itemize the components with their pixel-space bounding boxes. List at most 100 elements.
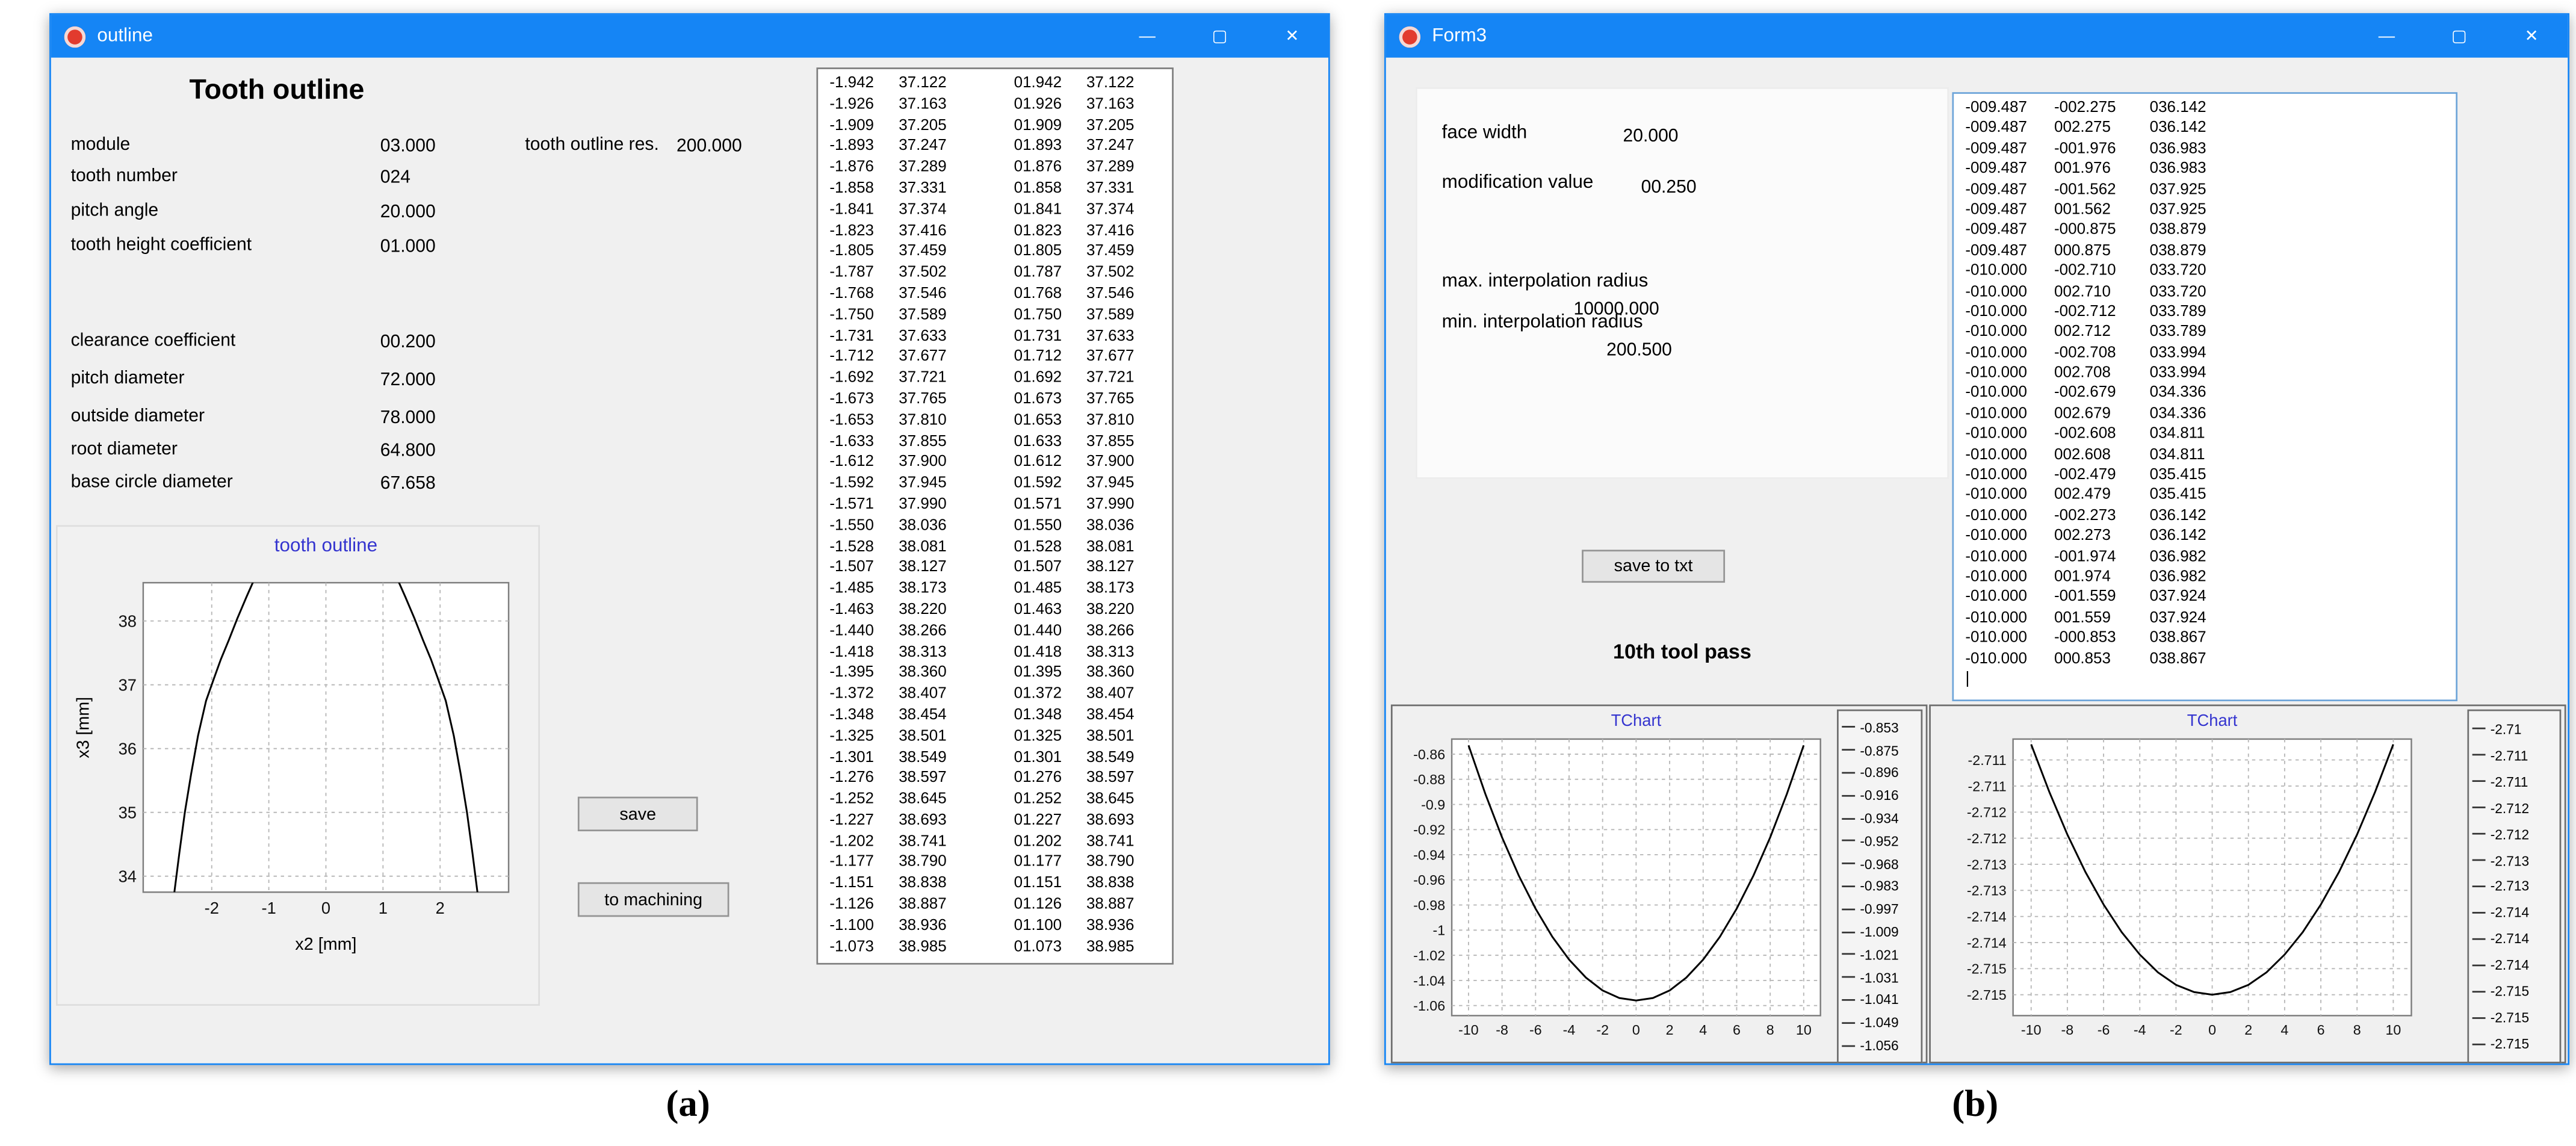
listbox-row[interactable]: -010.000-002.708033.994 — [1954, 344, 2456, 364]
listbox-row[interactable]: -010.000-002.273036.142 — [1954, 507, 2456, 527]
cell: 01.177 — [1014, 853, 1086, 875]
listbox-row[interactable]: -1.37238.40701.37238.407 — [818, 685, 1172, 706]
listbox-row[interactable]: -1.50738.12701.50738.127 — [818, 559, 1172, 580]
listbox-row[interactable]: -010.000-001.974036.982 — [1954, 548, 2456, 568]
listbox-row[interactable]: -1.07338.98501.07338.985 — [818, 938, 1172, 959]
cell: 37.502 — [899, 264, 1014, 285]
listbox-row[interactable]: -1.22738.69301.22738.693 — [818, 811, 1172, 832]
listbox-row[interactable]: -009.487-000.875038.879 — [1954, 221, 2456, 241]
listbox-row[interactable]: -1.48538.17301.48538.173 — [818, 580, 1172, 601]
listbox-row[interactable]: -1.52838.08101.52838.081 — [818, 537, 1172, 559]
listbox-row[interactable]: -009.487000.875038.879 — [1954, 241, 2456, 262]
listbox-row[interactable]: -1.89337.24701.89337.247 — [818, 137, 1172, 158]
listbox-row[interactable]: -1.82337.41601.82337.416 — [818, 221, 1172, 243]
close-button[interactable]: ✕ — [2495, 15, 2568, 58]
listbox-row[interactable]: -1.84137.37401.84137.374 — [818, 200, 1172, 221]
listbox-row[interactable]: -1.76837.54601.76837.546 — [818, 285, 1172, 306]
titlebar-b[interactable]: Form3 — ▢ ✕ — [1386, 15, 2568, 58]
listbox-row[interactable]: -010.000-002.712033.789 — [1954, 303, 2456, 323]
listbox-row[interactable]: -1.41838.31301.41838.313 — [818, 643, 1172, 664]
to-machining-button[interactable]: to machining — [578, 882, 729, 917]
listbox-row[interactable]: -010.000002.708033.994 — [1954, 364, 2456, 385]
listbox-row[interactable]: -009.487001.562037.925 — [1954, 201, 2456, 221]
svg-text:38: 38 — [119, 612, 137, 631]
legend-entry: -2.714 — [2469, 899, 2559, 926]
listbox-row[interactable]: -1.55038.03601.55038.036 — [818, 516, 1172, 537]
maximize-button[interactable]: ▢ — [1183, 15, 1255, 58]
listbox-row[interactable]: -1.34838.45401.34838.454 — [818, 706, 1172, 727]
minimize-button[interactable]: — — [2350, 15, 2423, 58]
listbox-row[interactable]: -1.94237.12201.94237.122 — [818, 74, 1172, 95]
listbox-row[interactable]: -1.65337.81001.65337.810 — [818, 411, 1172, 432]
listbox-row[interactable]: -1.12638.88701.12638.887 — [818, 896, 1172, 917]
listbox-row[interactable]: -1.17738.79001.17738.790 — [818, 853, 1172, 875]
listbox-row[interactable]: -1.63337.85501.63337.855 — [818, 432, 1172, 453]
close-button[interactable]: ✕ — [1256, 15, 1328, 58]
listbox-row[interactable]: -009.487-001.976036.983 — [1954, 140, 2456, 160]
legend-value: -0.983 — [1860, 878, 1898, 894]
listbox-row[interactable]: -1.85837.33101.85837.331 — [818, 179, 1172, 200]
cell: 01.876 — [1014, 158, 1086, 179]
cell: 37.855 — [1086, 432, 1156, 453]
listbox-row[interactable]: -1.80537.45901.80537.459 — [818, 243, 1172, 264]
listbox-row[interactable]: -1.78737.50201.78737.502 — [818, 264, 1172, 285]
window-outline: outline — ▢ ✕ Tooth outline module03.000… — [49, 13, 1330, 1065]
cell: 37.990 — [899, 495, 1014, 516]
listbox-row[interactable]: -1.30138.54901.30138.549 — [818, 748, 1172, 769]
save-button[interactable]: save — [578, 797, 698, 831]
listbox-row[interactable]: -010.000-002.479035.415 — [1954, 466, 2456, 486]
save-to-txt-button[interactable]: save to txt — [1582, 550, 1725, 583]
listbox-row[interactable]: -1.10038.93601.10038.936 — [818, 917, 1172, 938]
svg-text:-1.06: -1.06 — [1413, 998, 1445, 1014]
listbox-row[interactable]: -1.39538.36001.39538.360 — [818, 664, 1172, 685]
listbox-row[interactable]: -010.000002.679034.336 — [1954, 404, 2456, 425]
listbox-row[interactable]: -010.000002.710033.720 — [1954, 282, 2456, 303]
listbox-row[interactable]: -1.32538.50101.32538.501 — [818, 727, 1172, 748]
listbox-row[interactable]: -010.000-001.559037.924 — [1954, 588, 2456, 609]
maximize-button[interactable]: ▢ — [2423, 15, 2495, 58]
listbox-row[interactable]: -010.000002.608034.811 — [1954, 445, 2456, 466]
titlebar-a[interactable]: outline — ▢ ✕ — [51, 15, 1328, 58]
listbox-row[interactable]: -1.73137.63301.73137.633 — [818, 327, 1172, 348]
listbox-row[interactable]: -1.90937.20501.90937.205 — [818, 116, 1172, 137]
listbox-row[interactable]: -010.000002.273036.142 — [1954, 527, 2456, 548]
listbox-row[interactable]: -1.15138.83801.15138.838 — [818, 875, 1172, 896]
listbox-row[interactable]: -010.000001.974036.982 — [1954, 568, 2456, 588]
listbox-row[interactable]: -010.000002.712033.789 — [1954, 323, 2456, 344]
listbox-row[interactable]: -1.92637.16301.92637.163 — [818, 95, 1172, 116]
legend-value: -1.056 — [1860, 1037, 1898, 1053]
listbox-row[interactable]: -1.44038.26601.44038.266 — [818, 622, 1172, 643]
listbox-row[interactable]: -009.487-001.562037.925 — [1954, 181, 2456, 201]
param-label: clearance coefficient — [71, 331, 236, 351]
listbox-row[interactable]: -1.25238.64501.25238.645 — [818, 790, 1172, 811]
listbox-row[interactable]: -1.75037.58901.75037.589 — [818, 306, 1172, 327]
minimize-button[interactable]: — — [1111, 15, 1183, 58]
cell: -009.487 — [1965, 119, 2054, 140]
listbox-row[interactable]: -010.000-002.679034.336 — [1954, 384, 2456, 404]
listbox-row[interactable]: -009.487001.976036.983 — [1954, 160, 2456, 181]
listbox-row[interactable]: -1.87637.28901.87637.289 — [818, 158, 1172, 179]
listbox-row[interactable]: -010.000000.853038.867 — [1954, 649, 2456, 670]
cell: -002.479 — [2054, 466, 2150, 486]
coordinate-listbox-b[interactable]: -009.487-002.275036.142-009.487002.27503… — [1952, 92, 2457, 701]
listbox-row[interactable]: -1.46338.22001.46338.220 — [818, 601, 1172, 622]
listbox-row[interactable]: -1.20238.74101.20238.741 — [818, 832, 1172, 853]
listbox-row[interactable]: -010.000-000.853038.867 — [1954, 629, 2456, 649]
listbox-row[interactable]: -1.57137.99001.57137.990 — [818, 495, 1172, 516]
listbox-row[interactable]: -010.000002.479035.415 — [1954, 486, 2456, 507]
listbox-row[interactable]: -1.67337.76501.67337.765 — [818, 390, 1172, 411]
listbox-row[interactable]: -010.000-002.710033.720 — [1954, 262, 2456, 282]
legend-tick — [2472, 1043, 2486, 1045]
listbox-row[interactable]: -009.487-002.275036.142 — [1954, 99, 2456, 119]
listbox-row[interactable]: -010.000-002.608034.811 — [1954, 425, 2456, 445]
listbox-row[interactable]: -010.000001.559037.924 — [1954, 609, 2456, 629]
svg-text:-1.04: -1.04 — [1413, 973, 1445, 988]
listbox-row[interactable]: -1.71237.67701.71237.677 — [818, 348, 1172, 369]
legend-value: -2.715 — [2491, 1035, 2529, 1052]
listbox-row[interactable]: -1.27638.59701.27638.597 — [818, 769, 1172, 790]
listbox-row[interactable]: -1.61237.90001.61237.900 — [818, 453, 1172, 474]
listbox-row[interactable]: -1.59237.94501.59237.945 — [818, 474, 1172, 495]
listbox-row[interactable]: -1.69237.72101.69237.721 — [818, 369, 1172, 390]
listbox-row[interactable]: -009.487002.275036.142 — [1954, 119, 2456, 140]
coordinate-listbox-a[interactable]: -1.94237.12201.94237.122-1.92637.16301.9… — [816, 67, 1173, 964]
